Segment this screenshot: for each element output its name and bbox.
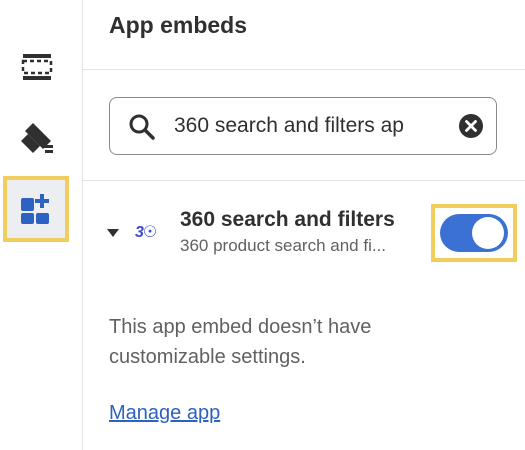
- panel-header: App embeds: [83, 0, 525, 70]
- enable-toggle[interactable]: [440, 214, 508, 252]
- sections-icon: [21, 54, 53, 80]
- search-section: 360 search and filters ap: [83, 71, 525, 181]
- app-embeds-icon: [21, 194, 49, 224]
- sections-button[interactable]: [8, 38, 66, 96]
- left-sidebar: [0, 0, 83, 450]
- toggle-knob: [472, 217, 504, 249]
- toggle-highlight: [431, 204, 517, 262]
- collapse-caret-icon[interactable]: [106, 228, 120, 238]
- clear-icon[interactable]: [458, 113, 484, 139]
- search-input[interactable]: 360 search and filters ap: [109, 97, 497, 155]
- app-embed-name: 360 search and filters: [180, 208, 395, 231]
- app-embed-description: 360 product search and fi...: [180, 236, 387, 255]
- search-icon: [129, 114, 155, 140]
- no-settings-message: This app embed doesn’t have customizable…: [109, 316, 372, 368]
- page-title: App embeds: [109, 12, 248, 38]
- paint-brush-icon: [21, 123, 53, 153]
- app-logo: 3☉: [135, 224, 157, 241]
- search-value: 360 search and filters ap: [174, 114, 404, 137]
- theme-settings-button[interactable]: [8, 108, 66, 166]
- manage-app-link[interactable]: Manage app: [109, 402, 220, 425]
- app-embeds-button[interactable]: [3, 176, 69, 242]
- app-embed-row: 3☉ 360 search and filters 360 product se…: [83, 182, 525, 282]
